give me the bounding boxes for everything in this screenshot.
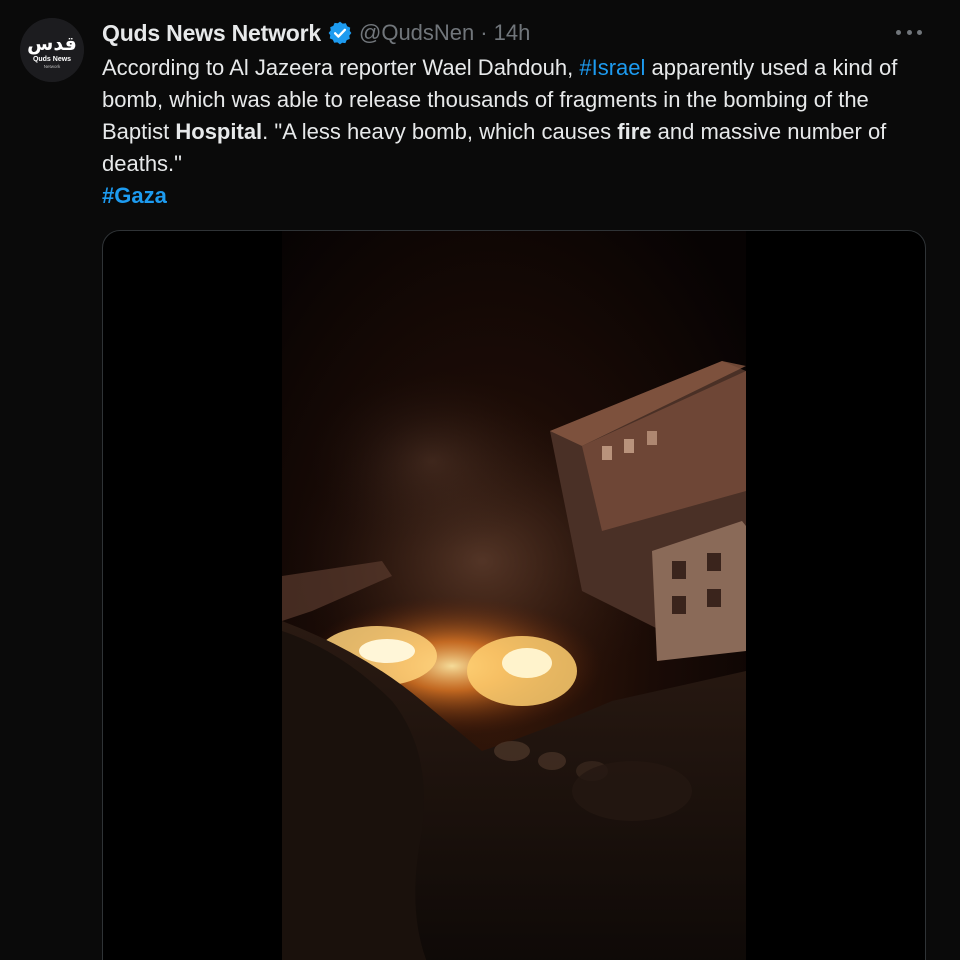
more-horizontal-icon[interactable] — [896, 22, 922, 42]
verified-badge-icon[interactable] — [327, 20, 353, 46]
tweet-text-part: According to Al Jazeera reporter Wael Da… — [102, 55, 580, 80]
video-frame — [282, 231, 746, 960]
avatar-caption: Quds News — [33, 56, 71, 63]
tweet-text: According to Al Jazeera reporter Wael Da… — [102, 52, 932, 212]
avatar-subcaption: Network — [44, 64, 61, 69]
tweet-text-part: . "A less heavy bomb, which causes — [262, 119, 618, 144]
author-handle[interactable]: @QudsNen — [359, 20, 474, 46]
header-separator: · — [480, 20, 488, 45]
author-display-name[interactable]: Quds News Network — [102, 20, 321, 47]
tweet-timestamp[interactable]: 14h — [494, 20, 531, 46]
tweet-header: Quds News Network @QudsNen · 14h — [102, 16, 530, 50]
avatar-logo-text: قدس — [27, 33, 77, 55]
avatar[interactable]: قدس Quds News Network — [20, 18, 84, 82]
hashtag-gaza-link[interactable]: #Gaza — [102, 180, 932, 212]
tweet-card[interactable]: قدس Quds News Network Quds News Network … — [0, 0, 960, 960]
media-video-player[interactable] — [102, 230, 926, 960]
quds-news-logo: قدس Quds News Network — [20, 18, 84, 82]
tweet-text-bold: Hospital — [175, 119, 263, 144]
tweet-text-bold: fire — [617, 119, 652, 144]
hashtag-israel-link[interactable]: #Israel — [579, 55, 645, 80]
